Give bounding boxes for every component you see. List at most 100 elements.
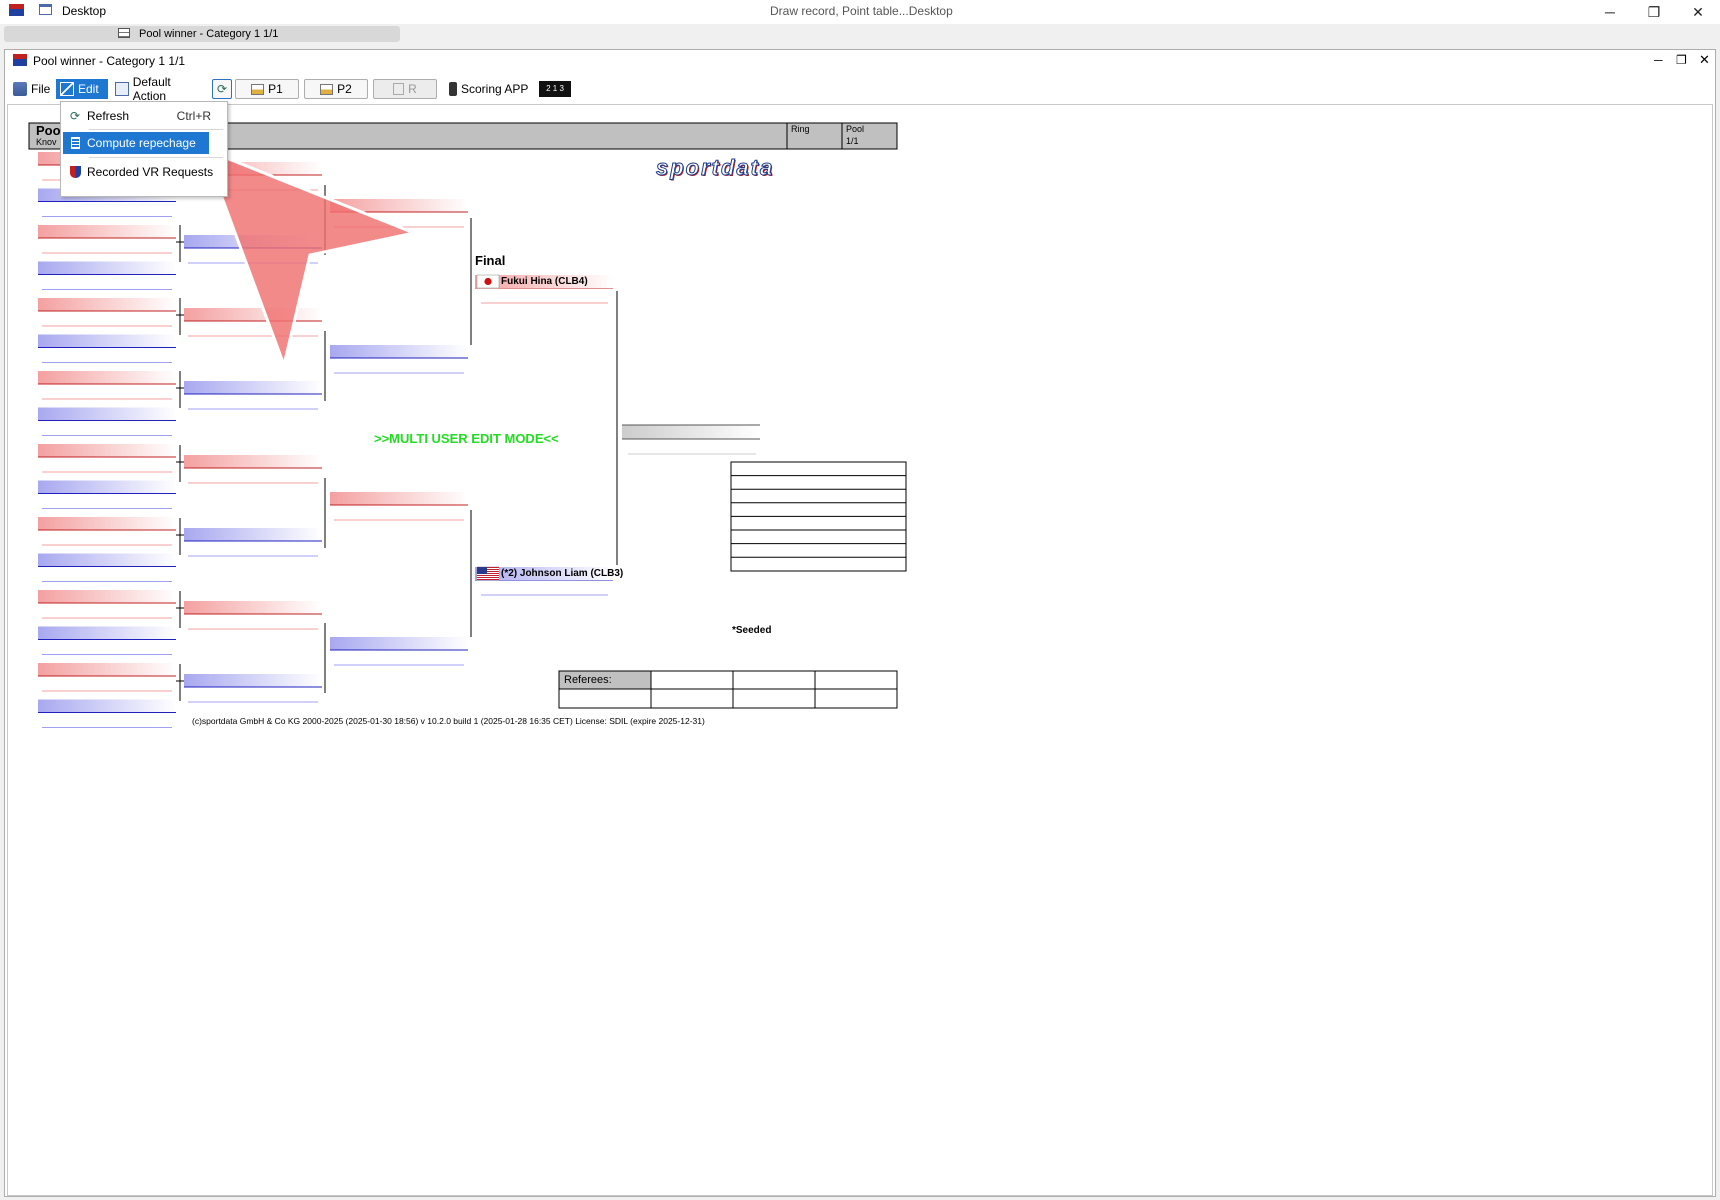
pool-label: Pool bbox=[846, 124, 865, 134]
menu-item-label: Recorded VR Requests bbox=[87, 165, 214, 179]
phone-icon bbox=[449, 82, 457, 96]
pool-title: Poo bbox=[36, 123, 61, 138]
os-center-title: Draw record, Point table...Desktop bbox=[770, 4, 953, 18]
default-action-button[interactable]: Default Action bbox=[111, 75, 209, 103]
license-footer: (c)sportdata GmbH & Co KG 2000-2025 (202… bbox=[192, 716, 705, 726]
close-button[interactable]: ✕ bbox=[1678, 0, 1718, 24]
multi-user-mode-label: >>MULTI USER EDIT MODE<< bbox=[374, 431, 559, 446]
restore-button[interactable]: ❐ bbox=[1634, 0, 1674, 24]
round2-slot bbox=[184, 528, 322, 541]
p1-label: P1 bbox=[268, 82, 283, 96]
app-flag-icon bbox=[9, 4, 24, 16]
p2-button[interactable]: P2 bbox=[304, 79, 368, 99]
edit-menu[interactable]: Edit bbox=[56, 79, 108, 99]
tab-strip: Pool winner - Category 1 1/1 bbox=[0, 24, 1720, 46]
vr-shield-icon bbox=[63, 166, 87, 178]
round2-slot bbox=[184, 601, 322, 614]
round1-slot bbox=[38, 480, 176, 494]
window-name: Desktop bbox=[62, 4, 107, 18]
round1-slot bbox=[38, 261, 176, 275]
scoreboard-icon bbox=[251, 83, 265, 95]
menu-item-label: Refresh bbox=[87, 109, 130, 123]
round1-slot bbox=[38, 590, 176, 603]
sportdata-logo: sportdata bbox=[655, 155, 775, 181]
inner-minimize-button[interactable]: ─ bbox=[1654, 53, 1663, 67]
round1-slot bbox=[38, 663, 176, 676]
round2-slot bbox=[184, 308, 322, 321]
round1-slot bbox=[38, 517, 176, 530]
minimize-button[interactable]: ─ bbox=[1590, 0, 1630, 24]
toolbar: File Edit Default Action ⟳ P1 P2 R Scori… bbox=[5, 75, 1715, 103]
menu-item-refresh[interactable]: ⟳ Refresh Ctrl+R bbox=[63, 105, 223, 127]
podium-icon: 2 1 3 bbox=[539, 81, 571, 97]
os-title-bar: Desktop Draw record, Point table...Deskt… bbox=[0, 0, 1720, 24]
inner-close-button[interactable]: ✕ bbox=[1699, 52, 1710, 68]
pool-value: 1/1 bbox=[846, 136, 859, 146]
menu-shortcut: Ctrl+R bbox=[176, 109, 211, 123]
window-icon bbox=[39, 4, 52, 15]
pool-winner-window: Pool winner - Category 1 1/1 ─ ❐ ✕ File … bbox=[4, 49, 1716, 1197]
japan-flag-icon bbox=[476, 274, 500, 289]
round2-slot bbox=[184, 381, 322, 394]
scoreboard-icon bbox=[393, 83, 405, 95]
round1-slot bbox=[38, 699, 176, 713]
menu-item-recorded-vr-requests[interactable]: Recorded VR Requests bbox=[63, 161, 223, 183]
monitor-icon bbox=[115, 82, 129, 96]
edit-dropdown-menu: ⟳ Refresh Ctrl+R Compute repechage Recor… bbox=[60, 101, 228, 197]
refresh-icon: ⟳ bbox=[69, 109, 81, 123]
inner-window-title: Pool winner - Category 1 1/1 bbox=[33, 54, 186, 68]
repechage-icon bbox=[63, 137, 87, 149]
round1-slot bbox=[38, 407, 176, 421]
round3-slot bbox=[330, 637, 468, 650]
table-icon bbox=[118, 28, 130, 38]
file-label: File bbox=[31, 82, 51, 96]
round3-slot bbox=[330, 345, 468, 358]
round1-slot bbox=[38, 553, 176, 567]
r-label: R bbox=[408, 82, 417, 96]
scoreboard-icon bbox=[320, 83, 334, 95]
podium-button[interactable]: 2 1 3 bbox=[539, 79, 573, 99]
seeded-note: *Seeded bbox=[732, 625, 772, 636]
finalist-top-name: Fukui Hina (CLB4) bbox=[501, 276, 588, 287]
edit-pencil-icon bbox=[60, 82, 74, 96]
inner-title-bar: Pool winner - Category 1 1/1 ─ ❐ ✕ bbox=[5, 50, 1715, 76]
round2-slot bbox=[184, 674, 322, 687]
p1-button[interactable]: P1 bbox=[235, 79, 299, 99]
finalist-bottom-name: (*2) Johnson Liam (CLB3) bbox=[501, 568, 624, 579]
file-menu[interactable]: File bbox=[9, 79, 55, 99]
annotation-arrow bbox=[201, 146, 420, 371]
round1-slot bbox=[38, 334, 176, 348]
round2-slot bbox=[184, 455, 322, 468]
edit-label: Edit bbox=[78, 82, 99, 96]
app-flag-icon bbox=[13, 54, 27, 66]
round3-slot bbox=[330, 492, 468, 505]
winner-slot bbox=[622, 425, 760, 439]
round1-slot bbox=[38, 298, 176, 311]
usa-flag-icon bbox=[476, 566, 500, 581]
bracket-sheet: Poo Knov IT Ring Pool 1/1 sportdata Fina… bbox=[7, 104, 1713, 1196]
r-button[interactable]: R bbox=[373, 79, 437, 99]
inner-restore-button[interactable]: ❐ bbox=[1676, 53, 1687, 67]
bracket-drawing bbox=[28, 122, 907, 728]
menu-item-label: Compute repechage bbox=[87, 136, 196, 150]
tab-label: Pool winner - Category 1 1/1 bbox=[139, 28, 279, 40]
round1-slot bbox=[38, 225, 176, 238]
scoring-app-label: Scoring APP bbox=[461, 82, 529, 96]
refresh-toolbar-button[interactable]: ⟳ bbox=[212, 79, 232, 99]
menu-item-compute-repechage[interactable]: Compute repechage bbox=[63, 132, 209, 154]
menu-separator bbox=[89, 157, 223, 158]
tab-pool-winner[interactable]: Pool winner - Category 1 1/1 bbox=[4, 26, 400, 42]
scoring-app-button[interactable]: Scoring APP bbox=[445, 79, 535, 99]
refresh-icon: ⟳ bbox=[216, 82, 228, 96]
final-label: Final bbox=[475, 253, 506, 268]
menu-separator bbox=[89, 129, 223, 130]
referees-label: Referees: bbox=[564, 674, 612, 686]
round1-slot bbox=[38, 626, 176, 640]
p2-label: P2 bbox=[337, 82, 352, 96]
result-table bbox=[730, 461, 907, 572]
ring-label: Ring bbox=[791, 124, 810, 134]
default-action-label: Default Action bbox=[132, 75, 171, 103]
round1-slot bbox=[38, 444, 176, 457]
pool-subtitle: Knov bbox=[36, 137, 57, 147]
folder-icon bbox=[13, 82, 27, 96]
